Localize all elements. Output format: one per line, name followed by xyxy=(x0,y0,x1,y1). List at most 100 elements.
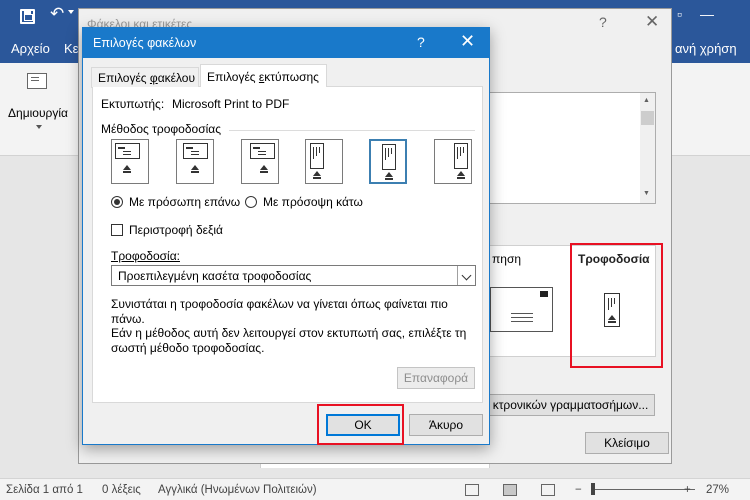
feed-bar xyxy=(385,178,393,180)
dialog-titlebar: Επιλογές φακέλων ? ✕ xyxy=(83,28,489,58)
face-down-label[interactable]: Με πρόσοψη κάτω xyxy=(263,195,363,209)
printing-options-pane: Εκτυπωτής: Microsoft Print to PDF Μέθοδο… xyxy=(92,87,483,403)
envelopes-help-icon[interactable]: ? xyxy=(599,14,607,30)
close-button[interactable]: Κλείσιμο xyxy=(585,432,669,454)
card-line xyxy=(191,151,199,152)
ribbon-display-icon[interactable]: ▫ xyxy=(677,6,682,22)
zoom-in-icon[interactable]: + xyxy=(684,484,691,496)
card-line xyxy=(118,147,125,149)
minimize-icon[interactable]: — xyxy=(700,6,714,22)
tab-printing-options[interactable]: Επιλογές εκτύπωσης xyxy=(200,64,327,88)
zoom-slider[interactable] xyxy=(595,489,695,490)
page-count[interactable]: Σελίδα 1 από 1 xyxy=(6,484,83,496)
card-line xyxy=(457,147,458,159)
scroll-down-icon[interactable]: ▼ xyxy=(643,190,650,197)
tab-user[interactable]: ανή χρήση xyxy=(675,41,737,56)
address-line xyxy=(511,313,533,314)
tab-label: ακέλου xyxy=(157,71,196,85)
create-dropdown-icon[interactable] xyxy=(36,125,42,129)
rotate-label[interactable]: Περιστροφή δεξιά xyxy=(129,223,223,237)
create-button[interactable]: Δημιουργία xyxy=(8,106,68,120)
feed-bar xyxy=(313,177,321,179)
stamp-icon xyxy=(540,291,548,297)
tab-file[interactable]: Αρχείο xyxy=(11,41,50,56)
scroll-up-icon[interactable]: ▲ xyxy=(643,97,650,104)
feed-method-vertical-left[interactable] xyxy=(305,139,343,184)
card-line xyxy=(319,147,320,153)
card-line xyxy=(385,148,386,160)
address-scrollbar[interactable]: ▲ ▼ xyxy=(640,93,655,203)
zoom-slider-thumb[interactable] xyxy=(591,483,595,495)
address-line xyxy=(511,321,533,322)
tab-label: Επιλογές xyxy=(98,71,150,85)
card-line xyxy=(460,147,461,156)
undo-icon[interactable]: ↶ xyxy=(50,4,64,24)
feed-bar xyxy=(260,171,268,173)
envelope-icon[interactable] xyxy=(27,73,47,89)
language-indicator[interactable]: Αγγλικά (Ηνωμένων Πολιτειών) xyxy=(158,484,317,496)
print-layout-icon[interactable] xyxy=(503,484,517,496)
read-mode-icon[interactable] xyxy=(465,484,479,496)
web-layout-icon[interactable] xyxy=(541,484,555,496)
card-line xyxy=(391,148,392,154)
zoom-out-icon[interactable]: − xyxy=(575,484,582,496)
card-line xyxy=(123,151,131,152)
feed-method-vertical-right[interactable] xyxy=(434,139,472,184)
feed-bar xyxy=(191,171,199,173)
word-count[interactable]: 0 λέξεις xyxy=(102,484,141,496)
status-bar: Σελίδα 1 από 1 0 λέξεις Αγγλικά (Ηνωμένω… xyxy=(0,478,750,500)
tab-mnemonic: φ xyxy=(149,71,158,85)
card-line xyxy=(316,147,317,156)
preview-label: πηση xyxy=(492,252,522,266)
chevron-down-icon[interactable] xyxy=(457,266,475,285)
card-line xyxy=(313,147,314,159)
rotate-checkbox[interactable] xyxy=(111,224,123,236)
feed-bar xyxy=(123,171,131,173)
printer-label: Εκτυπωτής: xyxy=(101,97,165,111)
dialog-title: Επιλογές φακέλων xyxy=(93,36,197,50)
card-line xyxy=(253,147,260,149)
feed-arrow-icon xyxy=(313,171,321,176)
help-icon[interactable]: ? xyxy=(417,34,425,50)
reset-button[interactable]: Επαναφορά xyxy=(397,367,475,389)
feed-from-label: Τροφοδοσία: xyxy=(111,249,180,263)
scroll-thumb[interactable] xyxy=(641,111,654,125)
card-line xyxy=(258,151,266,152)
cancel-button[interactable]: Άκυρο xyxy=(409,414,483,436)
close-icon[interactable]: ✕ xyxy=(460,31,475,52)
feed-method-vertical-center[interactable] xyxy=(369,139,407,184)
envelope-preview[interactable] xyxy=(490,287,553,332)
feed-method-horizontal-left[interactable] xyxy=(111,139,149,184)
ok-highlight-frame xyxy=(317,404,404,445)
tab-envelope-options[interactable]: Επιλογές φακέλου xyxy=(91,67,199,88)
description-line: Εάν η μέθοδος αυτή δεν λειτουργεί στον ε… xyxy=(111,326,467,355)
feed-arrow-icon xyxy=(457,171,465,176)
feed-method-horizontal-center[interactable] xyxy=(176,139,214,184)
face-up-label[interactable]: Με πρόσωπη επάνω xyxy=(129,195,240,209)
tab-home[interactable]: Κε xyxy=(64,41,78,56)
feed-arrow-icon xyxy=(191,165,199,170)
card-line xyxy=(463,147,464,153)
feed-description: Συνιστάται η τροφοδοσία φακέλων να γίνετ… xyxy=(111,297,471,355)
feed-from-select[interactable]: Προεπιλεγμένη κασέτα τροφοδοσίας xyxy=(111,265,476,286)
card-line xyxy=(186,147,193,149)
feed-highlight-frame xyxy=(570,243,663,368)
postage-button[interactable]: κτρονικών γραμματοσήμων... xyxy=(486,394,655,416)
feed-from-value: Προεπιλεγμένη κασέτα τροφοδοσίας xyxy=(118,269,312,283)
feed-arrow-icon xyxy=(123,165,131,170)
tab-label: κτύπωσης xyxy=(264,70,319,84)
face-up-radio[interactable] xyxy=(111,196,123,208)
tab-label: Επιλογές xyxy=(207,70,259,84)
card-line xyxy=(123,154,131,155)
feed-arrow-icon xyxy=(385,172,393,177)
address-line xyxy=(511,317,533,318)
zoom-level[interactable]: 27% xyxy=(706,484,729,496)
feed-method-horizontal-right[interactable] xyxy=(241,139,279,184)
card-line xyxy=(258,154,266,155)
undo-dropdown-icon[interactable] xyxy=(68,10,74,14)
card-line xyxy=(191,154,199,155)
envelopes-close-icon[interactable]: ✕ xyxy=(645,12,659,32)
description-line: Συνιστάται η τροφοδοσία φακέλων να γίνετ… xyxy=(111,297,448,326)
save-icon[interactable] xyxy=(20,9,35,24)
face-down-radio[interactable] xyxy=(245,196,257,208)
